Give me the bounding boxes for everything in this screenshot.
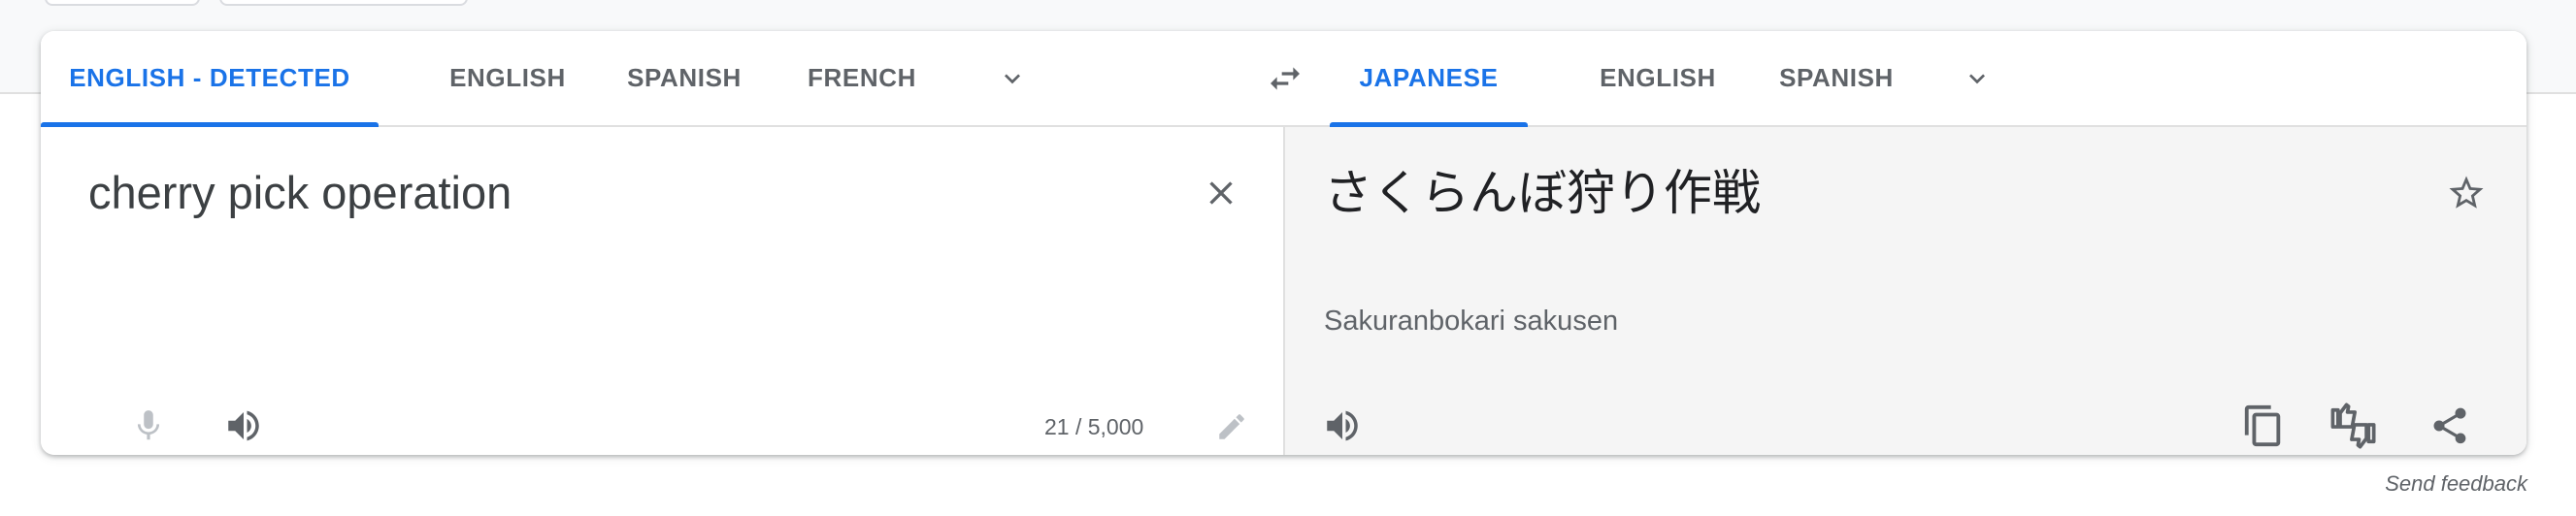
tab-label: ENGLISH <box>449 63 566 92</box>
source-tab-french[interactable]: FRENCH <box>749 31 974 125</box>
character-count: 21 / 5,000 <box>1044 414 1144 439</box>
microphone-icon <box>137 410 160 440</box>
copy-translation-button[interactable] <box>2236 399 2291 453</box>
tab-label: FRENCH <box>808 63 916 92</box>
speaker-icon <box>228 410 259 441</box>
source-pane[interactable]: cherry pick operation 21 / 5,000 <box>41 127 1285 455</box>
speaker-icon <box>1327 410 1358 441</box>
tab-label: SPANISH <box>1779 63 1894 92</box>
tab-label: SPANISH <box>627 63 742 92</box>
language-tab-bar: ENGLISH - DETECTED ENGLISH SPANISH FRENC… <box>41 31 2526 127</box>
header-tab-pill[interactable] <box>45 0 200 6</box>
target-more-languages-button[interactable] <box>1949 50 2005 107</box>
close-icon <box>1209 181 1233 205</box>
save-translation-button[interactable] <box>2439 166 2493 220</box>
chevron-down-icon <box>1969 74 1985 84</box>
star-icon <box>2449 176 2484 209</box>
share-icon <box>2433 407 2466 444</box>
thumbs-rating-icon <box>2330 403 2376 449</box>
source-tab-detected[interactable]: ENGLISH - DETECTED <box>41 31 379 127</box>
send-feedback-link[interactable]: Send feedback <box>2385 471 2527 497</box>
microphone-button[interactable] <box>122 400 175 452</box>
swap-languages-icon <box>1271 67 1300 90</box>
rate-translation-button[interactable] <box>2324 397 2382 455</box>
translation-pane: さくらんぼ狩り作戦 Sakuranbokari sakusen <box>1285 127 2526 455</box>
chevron-down-icon <box>1005 74 1020 84</box>
share-translation-button[interactable] <box>2423 399 2477 453</box>
clear-source-button[interactable] <box>1196 168 1246 218</box>
tab-label: ENGLISH - DETECTED <box>69 63 350 92</box>
listen-source-button[interactable] <box>216 399 271 453</box>
translator-card: ENGLISH - DETECTED ENGLISH SPANISH FRENC… <box>41 31 2526 455</box>
copy-icon <box>2244 404 2281 447</box>
target-tab-spanish[interactable]: SPANISH <box>1730 31 1943 125</box>
translated-text: さくらんぼ狩り作戦 <box>1324 165 1761 221</box>
edit-button[interactable] <box>1209 404 1254 449</box>
romanization-text: Sakuranbokari sakusen <box>1324 306 1619 337</box>
source-more-languages-button[interactable] <box>984 50 1040 107</box>
swap-languages-button[interactable] <box>1257 50 1313 107</box>
source-text-input[interactable]: cherry pick operation <box>88 166 1156 220</box>
target-tab-japanese[interactable]: JAPANESE <box>1330 31 1528 127</box>
pencil-icon <box>1219 414 1244 439</box>
tab-label: JAPANESE <box>1359 63 1499 92</box>
listen-translation-button[interactable] <box>1315 399 1370 453</box>
tab-label: ENGLISH <box>1600 63 1716 92</box>
header-tab-pill[interactable] <box>219 0 468 6</box>
